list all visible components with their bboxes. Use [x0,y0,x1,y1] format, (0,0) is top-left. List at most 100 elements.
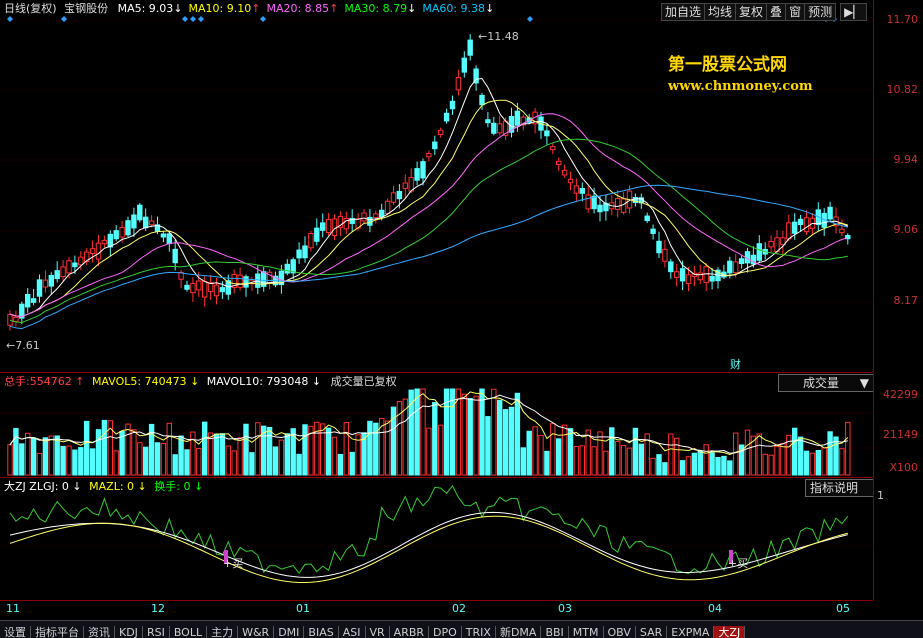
x-label-apr: 04 [708,602,722,615]
tab-3[interactable]: KDJ [115,626,143,638]
toolbar: 加自选 均线 复权叠窗预测 ▶▏ [661,1,867,21]
indicator-chart[interactable] [0,478,873,600]
volume-bar [30,437,37,476]
tab-10[interactable]: ASI [338,626,366,638]
toolbar-button-3[interactable]: 复权 [735,3,768,21]
candle-body [302,245,308,259]
volume-bar [626,447,633,476]
menu-toggle-icon[interactable]: ▶▏ [840,3,867,21]
volume-bar [272,446,279,476]
tab-2[interactable]: 资讯 [84,626,115,638]
candle-body [803,217,810,233]
indicator-y-axis: 1 0 [873,478,923,600]
volume-chart[interactable] [0,373,873,477]
candle-body [113,230,119,240]
volume-bar [697,450,703,476]
volume-dropdown[interactable]: 成交量 ▼ [778,374,874,392]
buy-marker-2[interactable]: +买 [728,557,748,571]
candle-body [402,182,409,189]
toolbar-button-5[interactable]: 窗 [785,3,806,21]
tab-4[interactable]: RSI [142,626,170,638]
ind-y-label-1: 1 [877,489,884,502]
tab-13[interactable]: DPO [429,626,462,638]
volume-bar [72,449,78,476]
tab-12[interactable]: ARBR [389,626,430,638]
volume-bar [727,460,733,476]
volume-bar [809,452,816,476]
candle-body [143,216,149,229]
volume-panel[interactable]: 总手:554762 ↑ MAVOL5: 740473 ↓ MAVOL10: 79… [0,373,874,478]
volume-bar [48,435,54,476]
tab-8[interactable]: DMI [274,626,305,638]
candle-body [620,198,627,213]
candle-body [314,227,320,242]
candle-body [497,123,503,134]
tab-15[interactable]: 新DMA [495,626,542,638]
indicator-panel[interactable]: 大ZJ ZLGJ: 0 ↓ MAZL: 0 ↓ 换手: 0 ↓ 指标说明 +买 … [0,478,874,601]
volume-bar [827,431,833,476]
volume-bar [296,453,302,476]
volume-bar [797,436,804,476]
volume-dropdown-label: 成交量 [803,376,840,390]
volume-bar [207,432,214,476]
tab-21[interactable]: 大ZJ [714,626,746,638]
volume-bar [414,388,420,476]
toolbar-button-4[interactable]: 叠 [766,3,787,21]
candle-body [662,248,668,262]
candle-body [190,283,196,294]
tab-11[interactable]: VR [365,626,390,638]
cai-marker[interactable]: 财 [730,358,741,372]
tab-5[interactable]: BOLL [169,626,208,638]
price-y-axis: 11.70 10.82 9.94 9.06 8.17 [873,0,923,372]
tab-7[interactable]: W&R [238,626,275,638]
candle-body [320,222,326,231]
toolbar-button-2[interactable]: 均线 [704,3,737,21]
buy-marker-1[interactable]: +买 [223,557,243,571]
candle-body [738,258,745,265]
tab-17[interactable]: MTM [568,626,604,638]
volume-bar [284,433,291,476]
tab-16[interactable]: BBI [541,626,569,638]
volume-bar [520,447,526,476]
toolbar-button-1[interactable]: 加自选 [661,3,706,21]
indicator-help-button[interactable]: 指标说明 [805,479,874,497]
event-diamond-1 [61,16,67,22]
tab-14[interactable]: TRIX [461,626,496,638]
volume-bar [432,401,438,476]
volume-bar [7,444,13,476]
price-panel[interactable]: 日线(复权) 宝钢股份 MA5: 9.03↓ MA10: 9.10↑ MA20: 8… [0,0,873,373]
candle-body [461,57,468,73]
volume-bar [13,428,19,476]
volume-bar [620,444,627,476]
volume-bar [485,416,491,476]
tab-18[interactable]: OBV [603,626,636,638]
tab-1[interactable]: 指标平台 [31,626,84,638]
tab-19[interactable]: SAR [635,626,668,638]
tab-0[interactable]: 设置 [0,626,31,638]
volume-bar [573,445,580,476]
candle-body [308,233,314,249]
volume-bar [632,427,639,476]
event-diamond-3 [190,16,196,22]
candle-body [414,168,420,181]
volume-bar [255,422,261,476]
candle-body [284,263,291,274]
ma10-line [9,99,848,318]
tab-9[interactable]: BIAS [304,626,339,638]
volume-bar [95,429,102,476]
candle-body [390,192,397,203]
tab-20[interactable]: EXPMA [667,626,715,638]
candle-body [89,248,96,255]
candle-body [172,248,178,264]
toolbar-button-6[interactable]: 预测 [804,3,837,21]
x-label-jan: 01 [296,602,310,615]
volume-bar [721,455,727,476]
volume-bar [438,424,444,476]
candle-body [166,233,173,245]
candle-body [373,213,379,219]
candle-body [703,266,709,284]
volume-bar [839,448,845,476]
tab-6[interactable]: 主力 [207,626,239,638]
candle-body [202,280,208,298]
volume-bar [544,450,550,476]
